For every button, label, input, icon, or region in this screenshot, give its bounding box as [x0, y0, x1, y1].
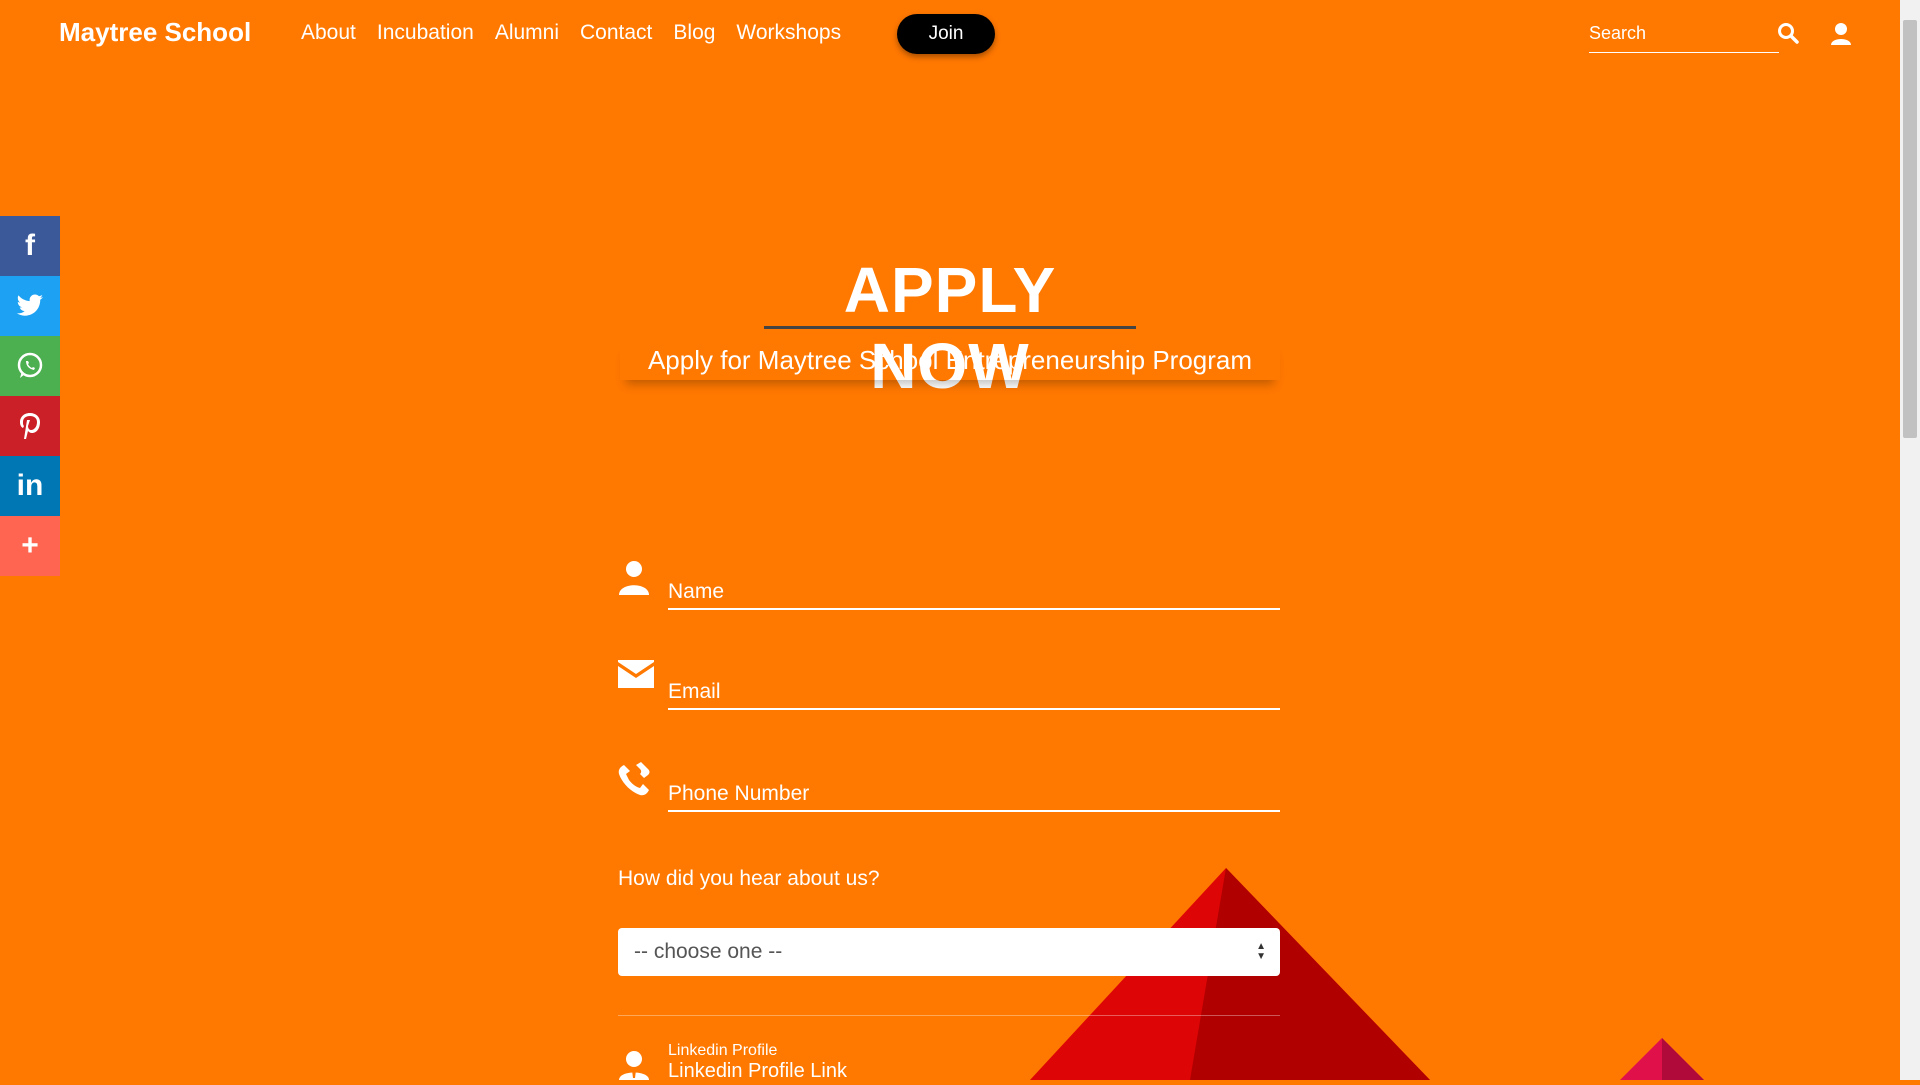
nav-link-incubation[interactable]: Incubation [377, 21, 474, 45]
join-button[interactable]: Join [897, 14, 995, 54]
title-underline [764, 326, 1136, 329]
search-field [1589, 18, 1779, 53]
twitter-icon[interactable] [0, 276, 60, 336]
hear-about-label: How did you hear about us? [618, 867, 880, 890]
scrollbar-thumb[interactable] [1903, 20, 1917, 438]
linkedin-icon[interactable]: in [0, 456, 60, 516]
phone-underline [668, 810, 1280, 812]
hear-about-select[interactable]: -- choose one -- ▲ ▼ [618, 928, 1280, 976]
phone-label: Phone Number [668, 782, 810, 805]
email-underline [668, 708, 1280, 710]
triangle-pink [1620, 1038, 1704, 1080]
brand-logo[interactable]: Maytree School [59, 17, 251, 48]
name-underline [668, 608, 1280, 610]
hear-about-selected: -- choose one -- [634, 940, 783, 963]
decorative-triangles [1030, 868, 1704, 1080]
name-label: Name [668, 580, 725, 603]
nav-link-about[interactable]: About [301, 21, 356, 45]
linkedin-profile-label: Linkedin Profile [668, 1042, 778, 1059]
top-navigation: Maytree School About Incubation Alumni C… [0, 0, 1900, 68]
nav-link-workshops[interactable]: Workshops [736, 21, 841, 45]
user-icon [618, 560, 650, 601]
pinterest-icon[interactable] [0, 396, 60, 456]
page-subtitle: Apply for Maytree School Entrepreneurshi… [620, 340, 1280, 380]
whatsapp-icon[interactable] [0, 336, 60, 396]
phone-field[interactable]: Phone Number [618, 762, 1280, 812]
search-input[interactable] [1589, 18, 1779, 48]
more-share-icon[interactable]: + [0, 516, 60, 576]
select-arrows-icon: ▲ ▼ [1256, 941, 1266, 962]
email-label: Email [668, 680, 721, 703]
social-share-bar: f in + [0, 216, 60, 576]
envelope-icon [618, 660, 654, 693]
facebook-icon[interactable]: f [0, 216, 60, 276]
nav-links: About Incubation Alumni Contact Blog Wor… [301, 21, 841, 45]
section-divider [618, 1015, 1280, 1016]
search-icon[interactable] [1777, 22, 1799, 49]
nav-link-contact[interactable]: Contact [580, 21, 652, 45]
phone-icon [618, 762, 652, 801]
name-field[interactable]: Name [618, 560, 1280, 610]
triangle-pink-shade [1662, 1038, 1704, 1080]
email-field[interactable]: Email [618, 660, 1280, 710]
nav-link-blog[interactable]: Blog [673, 21, 715, 45]
nav-link-alumni[interactable]: Alumni [495, 21, 559, 45]
user-account-icon[interactable] [1830, 22, 1852, 51]
